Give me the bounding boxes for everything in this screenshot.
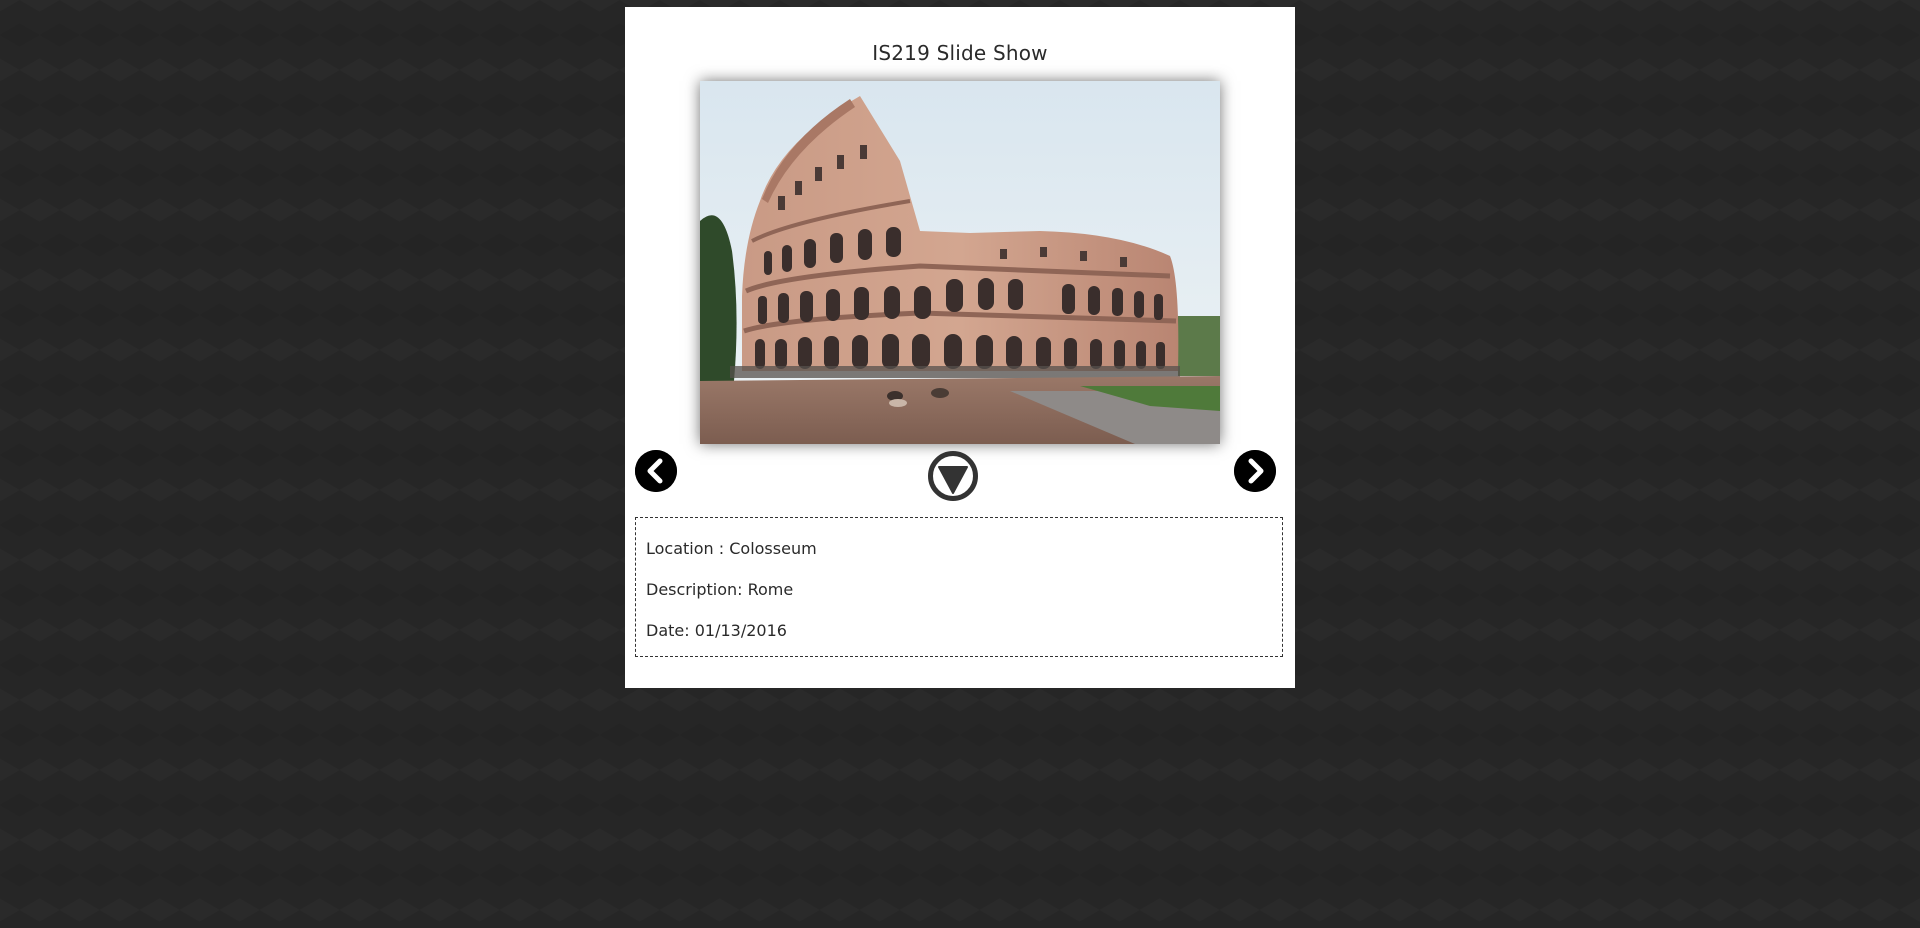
image-details: Location : Colosseum Description: Rome D… <box>635 517 1283 657</box>
slideshow-panel: IS219 Slide Show Location: Colosseum De… <box>625 7 1295 688</box>
location-text: Location : Colosseum <box>646 539 817 558</box>
date-text: Date: 01/13/2016 <box>646 621 787 640</box>
next-button[interactable] <box>1234 450 1276 492</box>
chevron-right-icon <box>1234 450 1276 492</box>
previous-button[interactable] <box>635 450 677 492</box>
page-title: IS219 Slide Show <box>872 41 1048 65</box>
triangle-down-icon <box>928 451 978 501</box>
toggle-details-button[interactable] <box>927 450 979 502</box>
chevron-left-icon <box>635 450 677 492</box>
slide-image <box>700 81 1220 444</box>
colosseum-photo <box>700 81 1220 444</box>
description-text: Description: Rome <box>646 580 794 599</box>
